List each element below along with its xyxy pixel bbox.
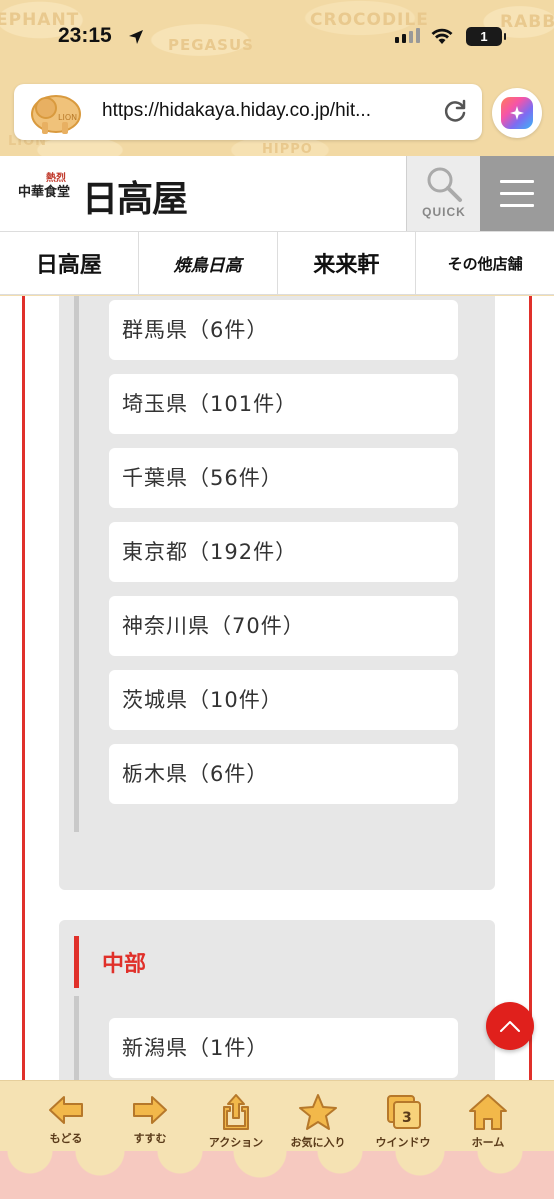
hamburger-menu-button[interactable]: [480, 156, 554, 231]
brand-tab-yakitori-hidaka[interactable]: 焼鳥日高: [139, 232, 278, 294]
wifi-icon: [431, 28, 453, 44]
background-cookie-word: HIPPO: [262, 142, 313, 157]
quick-search-button[interactable]: QUICK: [406, 156, 480, 231]
prefecture-item[interactable]: 東京都（192件）: [109, 522, 458, 582]
prefecture-item[interactable]: 千葉県（56件）: [109, 448, 458, 508]
bookmarks-button[interactable]: お気に入り: [278, 1093, 358, 1150]
region-heading-accent: [74, 936, 79, 988]
menu-line: [500, 192, 534, 195]
scroll-to-top-button[interactable]: [486, 1002, 534, 1050]
extension-button[interactable]: [492, 88, 542, 138]
star-icon: [299, 1094, 337, 1130]
home-icon: [469, 1094, 507, 1130]
prefecture-item[interactable]: 群馬県（6件）: [109, 300, 458, 360]
reload-icon[interactable]: [442, 99, 468, 125]
forward-arrow-icon: [133, 1096, 167, 1124]
brand-nav: 日高屋 焼鳥日高 来来軒 その他店舗: [0, 232, 554, 295]
lion-cookie-icon: LION: [31, 95, 81, 134]
search-icon: [427, 167, 462, 202]
address-bar[interactable]: LION https://hidakaya.hiday.co.jp/hit...: [14, 84, 482, 140]
forward-button[interactable]: すすむ: [110, 1093, 190, 1146]
browser-toolbar: もどる すすむ アクション お気に入り 3 ウインドウ ホーム: [0, 1080, 554, 1199]
prefecture-item[interactable]: 神奈川県（70件）: [109, 596, 458, 656]
site-header: 熱烈 中華食堂 日高屋 QUICK: [0, 156, 554, 232]
sparkle-app-icon: [501, 97, 533, 129]
site-logo-subtitle[interactable]: 熱烈 中華食堂: [18, 174, 74, 200]
brand-tab-other-stores[interactable]: その他店舗: [416, 232, 554, 294]
tabs-icon: 3: [387, 1095, 421, 1129]
prefecture-item[interactable]: 茨城県（10件）: [109, 670, 458, 730]
tab-count: 3: [402, 1110, 412, 1126]
menu-line: [500, 180, 534, 183]
browser-top-chrome: EPHANT PEGASUS CROCODILE RABBI LION HIPP…: [0, 0, 554, 157]
battery-indicator: 1: [466, 27, 506, 46]
tabs-button[interactable]: 3 ウインドウ: [363, 1093, 443, 1150]
svg-text:LION: LION: [58, 113, 77, 122]
url-text: https://hidakaya.hiday.co.jp/hit...: [102, 100, 371, 121]
store-list-content: 群馬県（6件） 埼玉県（101件） 千葉県（56件） 東京都（192件） 神奈川…: [0, 296, 554, 1080]
back-arrow-icon: [49, 1096, 83, 1124]
home-button[interactable]: ホーム: [448, 1093, 528, 1150]
site-logo[interactable]: 日高屋: [82, 170, 188, 222]
prefecture-item[interactable]: 新潟県（1件）: [109, 1018, 458, 1078]
cellular-signal-icon: [395, 28, 420, 43]
region-rail: [74, 996, 79, 1080]
back-button[interactable]: もどる: [26, 1093, 106, 1146]
background-cookie-word: CROCODILE: [310, 10, 429, 30]
share-button[interactable]: アクション: [196, 1093, 276, 1150]
brand-tab-rairaiken[interactable]: 来来軒: [278, 232, 417, 294]
prefecture-item[interactable]: 栃木県（6件）: [109, 744, 458, 804]
share-icon: [223, 1094, 249, 1130]
quick-label: QUICK: [422, 205, 466, 219]
background-cookie-word: RABBI: [500, 12, 554, 32]
background-cookie-word: PEGASUS: [168, 36, 254, 54]
status-time: 23:15: [58, 24, 112, 47]
menu-line: [500, 204, 534, 207]
prefecture-item[interactable]: 埼玉県（101件）: [109, 374, 458, 434]
region-heading-chubu[interactable]: 中部: [102, 946, 146, 978]
brand-tab-hidakaya[interactable]: 日高屋: [0, 232, 139, 294]
chevron-up-icon: [500, 1021, 520, 1032]
region-rail: [74, 296, 79, 832]
location-arrow-icon: [129, 30, 143, 44]
